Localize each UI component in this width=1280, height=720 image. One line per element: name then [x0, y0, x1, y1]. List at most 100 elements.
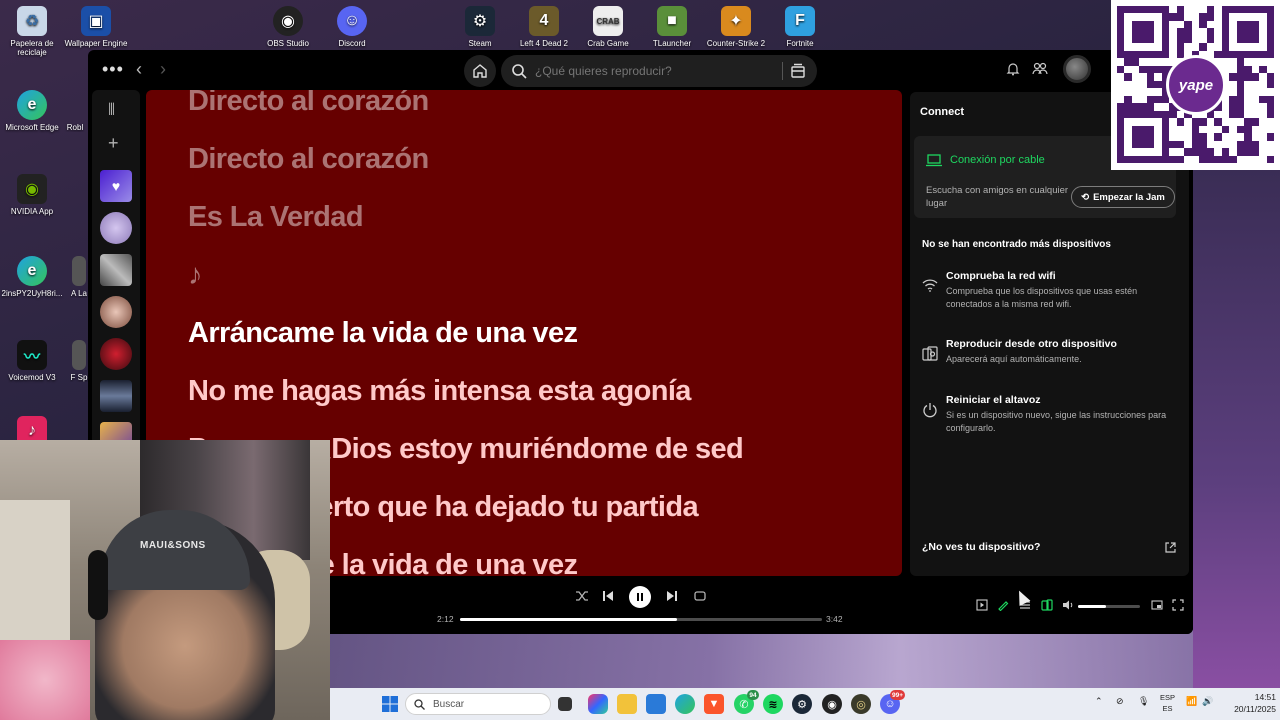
- qr-module: [1124, 21, 1131, 28]
- repeat-icon[interactable]: [693, 589, 707, 603]
- tray-mic-icon[interactable]: 🎙: [1138, 696, 1149, 707]
- volume-slider[interactable]: [1078, 605, 1140, 608]
- fullscreen-icon[interactable]: [1172, 599, 1184, 611]
- desktop-icon-cs2[interactable]: ✦ Counter-Strike 2: [704, 6, 768, 48]
- lyric-line[interactable]: Es La Verdad: [188, 201, 364, 234]
- desktop-icon-fortnite[interactable]: F Fortnite: [768, 6, 832, 48]
- qr-module: [1139, 81, 1146, 88]
- qr-module: [1124, 28, 1131, 35]
- pause-button[interactable]: [629, 586, 651, 608]
- progress-bar[interactable]: [460, 618, 822, 621]
- desktop-icon-edge[interactable]: e Microsoft Edge: [0, 90, 64, 132]
- qr-module: [1266, 110, 1274, 119]
- search-bar[interactable]: [501, 55, 817, 87]
- lyric-line-current[interactable]: Arráncame la vida de una vez: [188, 317, 578, 350]
- qr-module: [1237, 13, 1244, 20]
- friends-icon[interactable]: [1032, 62, 1048, 76]
- playlist-cover[interactable]: [100, 254, 132, 286]
- playlist-cover[interactable]: [100, 296, 132, 328]
- desktop-icon-wallpaper-engine[interactable]: ▣ Wallpaper Engine: [64, 6, 128, 48]
- current-device-label[interactable]: Conexión por cable: [950, 154, 1045, 166]
- qr-module: [1161, 43, 1170, 51]
- connect-device-icon[interactable]: [1041, 599, 1053, 611]
- file-explorer-icon[interactable]: [617, 694, 637, 714]
- start-button[interactable]: [380, 694, 400, 714]
- playlist-cover[interactable]: [100, 380, 132, 412]
- add-playlist-button[interactable]: +: [108, 133, 119, 154]
- obs-taskbar-icon[interactable]: ◉: [822, 694, 842, 714]
- qr-module: [1259, 6, 1267, 14]
- desktop-icon-nvidia[interactable]: ◉ NVIDIA App: [0, 174, 64, 216]
- now-playing-view-icon[interactable]: [976, 599, 988, 611]
- bell-icon[interactable]: [1006, 62, 1020, 76]
- language-indicator[interactable]: ESP ES: [1160, 692, 1175, 714]
- next-icon[interactable]: [666, 589, 678, 603]
- copilot-icon[interactable]: [588, 694, 608, 714]
- tip-description: Si es un dispositivo nuevo, sigue las in…: [946, 410, 1167, 433]
- task-view-icon[interactable]: [558, 697, 572, 711]
- desktop-icon-edge-shortcut[interactable]: e 2insPY2UyH8ri...: [0, 256, 64, 298]
- qr-module: [1131, 50, 1140, 59]
- playlist-cover[interactable]: [100, 338, 132, 370]
- lyric-line[interactable]: No me hagas más intensa esta agonía: [188, 375, 691, 408]
- search-input[interactable]: [535, 64, 775, 78]
- library-icon[interactable]: ⦀: [108, 102, 115, 120]
- desktop-icon-discord[interactable]: ☺ Discord: [320, 6, 384, 48]
- desktop-icon-recycle-bin[interactable]: ♻ Papelera de reciclaje: [0, 6, 64, 57]
- lyric-line[interactable]: Directo al corazón: [188, 143, 429, 176]
- shuffle-icon[interactable]: [575, 589, 589, 603]
- lyrics-icon[interactable]: [997, 599, 1009, 611]
- qr-module: [1146, 6, 1155, 14]
- steam-icon: ⚙: [465, 6, 495, 36]
- avatar[interactable]: [1063, 55, 1091, 83]
- edge-taskbar-icon[interactable]: [675, 694, 695, 714]
- qr-module: [1124, 73, 1132, 81]
- desktop-icon-left4dead[interactable]: 4 Left 4 Dead 2: [512, 6, 576, 48]
- miniplayer-icon[interactable]: [1151, 599, 1163, 611]
- clock[interactable]: 14:51 20/11/2025: [1220, 691, 1276, 715]
- desktop-icon-obs[interactable]: ◉ OBS Studio: [256, 6, 320, 48]
- tray-wifi-icon[interactable]: 📶: [1186, 696, 1197, 707]
- desktop-icon-app-a[interactable]: A La: [70, 256, 88, 298]
- start-jam-button[interactable]: ⟲ Empezar la Jam: [1071, 186, 1175, 208]
- qr-module: [1236, 88, 1245, 96]
- qr-module: [1236, 58, 1245, 66]
- browse-icon[interactable]: [789, 62, 807, 80]
- desktop-icon-app-f[interactable]: F Sp: [70, 340, 88, 382]
- brave-icon[interactable]: ▼: [704, 694, 724, 714]
- tip-description: Comprueba que los dispositivos que usas …: [946, 286, 1138, 309]
- yape-qr-code: yape: [1111, 0, 1280, 170]
- desktop-icon-label: Left 4 Dead 2: [519, 39, 569, 48]
- desktop-icon-tlauncher[interactable]: ■ TLauncher: [640, 6, 704, 48]
- desktop-icon-steam[interactable]: ⚙ Steam: [448, 6, 512, 48]
- qr-module: [1184, 148, 1192, 156]
- store-icon[interactable]: [646, 694, 666, 714]
- back-button[interactable]: ‹: [136, 59, 142, 80]
- qr-module: [1169, 140, 1177, 149]
- external-link-icon[interactable]: [1165, 542, 1176, 553]
- playlist-cover[interactable]: [100, 212, 132, 244]
- taskbar-search[interactable]: Buscar: [405, 693, 551, 715]
- desktop-icon-roblox[interactable]: Robl: [62, 90, 88, 132]
- steam-taskbar-icon[interactable]: ⚙: [792, 694, 812, 714]
- spotify-taskbar-icon[interactable]: ≋: [763, 694, 783, 714]
- qr-module: [1146, 140, 1155, 149]
- discord-taskbar-icon[interactable]: ☺ 99+: [880, 690, 905, 714]
- previous-icon[interactable]: [602, 589, 614, 603]
- home-button[interactable]: [464, 55, 496, 87]
- game-taskbar-icon[interactable]: ◎: [851, 694, 871, 714]
- tray-volume-icon[interactable]: 🔊: [1202, 696, 1213, 707]
- liked-songs-cover[interactable]: ♥: [100, 170, 132, 202]
- tray-chevron-icon[interactable]: ⌃: [1095, 696, 1103, 707]
- volume-icon[interactable]: [1062, 599, 1074, 611]
- desktop-icon-crab-game[interactable]: CRAB Crab Game: [576, 6, 640, 48]
- tray-network-icon[interactable]: ⊘: [1116, 696, 1124, 707]
- qr-module: [1236, 103, 1245, 111]
- no-see-device-link[interactable]: ¿No ves tu dispositivo?: [922, 541, 1040, 553]
- whatsapp-icon[interactable]: ✆ 94: [734, 690, 759, 714]
- desktop-icon-voicemod[interactable]: 〰 Voicemod V3: [0, 340, 64, 382]
- forward-button[interactable]: ›: [160, 59, 166, 80]
- lyric-line[interactable]: ♪: [188, 259, 203, 292]
- lyric-line[interactable]: Directo al corazón: [188, 90, 429, 118]
- menu-button[interactable]: •••: [102, 59, 124, 80]
